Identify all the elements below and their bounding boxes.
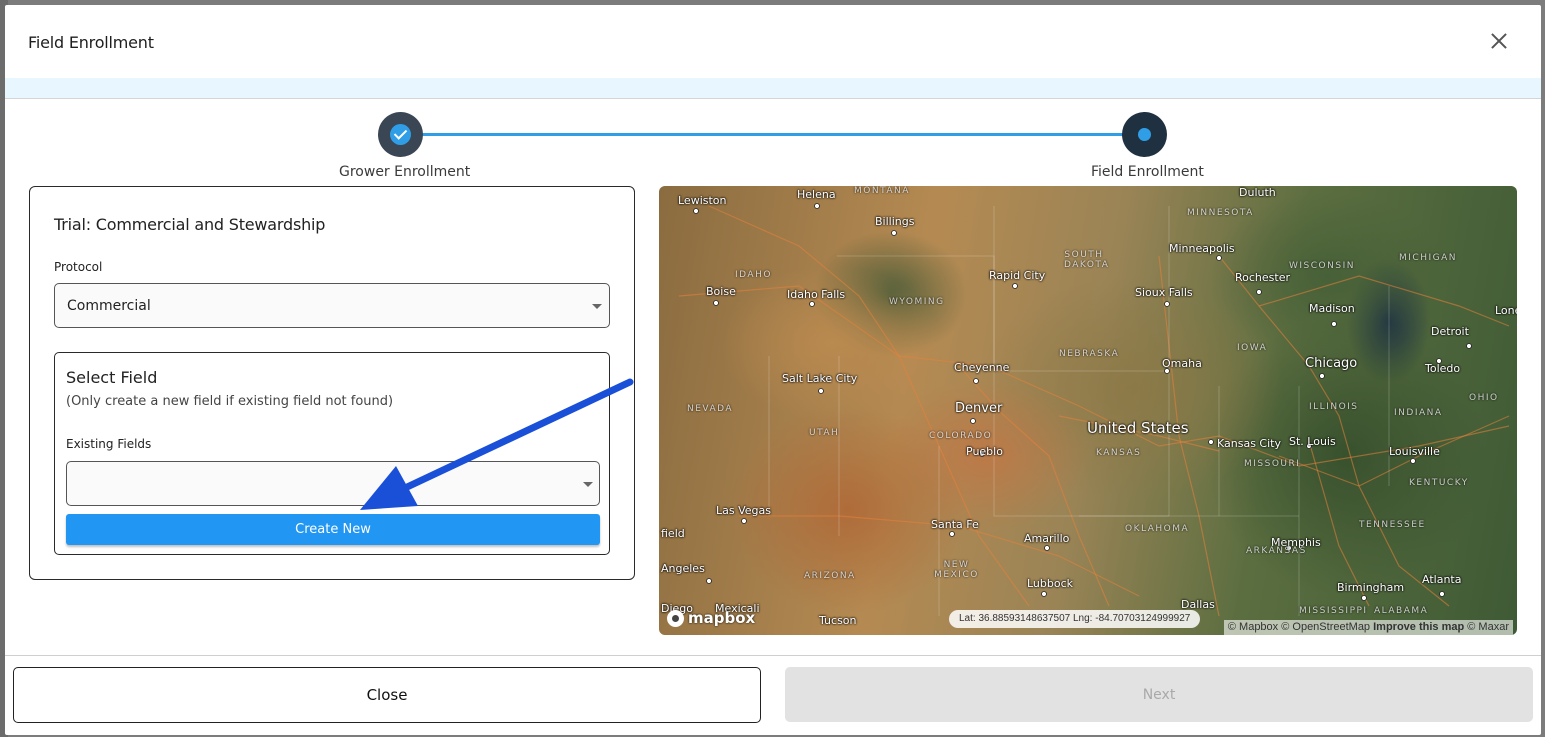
map-city-label: Lewiston	[678, 194, 727, 207]
protocol-select-value: Commercial	[67, 298, 151, 314]
map-state-label: KANSAS	[1096, 448, 1142, 458]
map-city-label: Lubbock	[1027, 577, 1074, 590]
map-state-label: WISCONSIN	[1289, 261, 1355, 271]
check-icon	[390, 124, 411, 145]
map-state-label: MINNESOTA	[1187, 208, 1254, 218]
map-city-label: Atlanta	[1422, 573, 1462, 586]
create-new-button[interactable]: Create New	[66, 514, 600, 545]
map-city-label: Pueblo	[966, 445, 1003, 458]
map-city-label: Idaho Falls	[787, 288, 846, 301]
map-state-label: SOUTH DAKOTA	[1064, 250, 1110, 270]
stepper: Grower Enrollment Field Enrollment	[5, 99, 1541, 185]
map-city-label: Helena	[797, 188, 836, 201]
step-field-enrollment[interactable]	[1122, 112, 1167, 157]
map-city-label: Salt Lake City	[782, 372, 858, 385]
map-city-label: Madison	[1309, 302, 1355, 315]
improve-map-link[interactable]: Improve this map	[1373, 621, 1464, 633]
map-state-label: MICHIGAN	[1399, 253, 1457, 263]
map-city-label: Sioux Falls	[1135, 286, 1193, 299]
map-city-label: Minneapolis	[1169, 242, 1235, 255]
mapbox-logo-text: mapbox	[688, 609, 756, 627]
select-field-box: Select Field (Only create a new field if…	[54, 352, 610, 555]
map-state-label: MONTANA	[854, 186, 910, 196]
next-button[interactable]: Next	[785, 667, 1533, 722]
map-city-label: Duluth	[1239, 186, 1276, 199]
map-state-label: INDIANA	[1394, 408, 1443, 418]
map-city-label: Birmingham	[1337, 581, 1405, 594]
map-state-label: ARKANSAS	[1246, 546, 1307, 556]
field-enrollment-modal: Field Enrollment Grower Enrollment Field…	[5, 5, 1541, 735]
map-city-label: Toledo	[1425, 362, 1461, 375]
stepper-connector	[422, 133, 1142, 136]
map-city-label: Cheyenne	[954, 361, 1010, 374]
footer-divider	[5, 655, 1541, 656]
map-view[interactable]: Lewiston Helena Billings Boise Idaho Fal…	[659, 186, 1517, 635]
map-city-label: Rapid City	[989, 269, 1046, 282]
map-state-label: NEBRASKA	[1059, 349, 1120, 359]
mapbox-icon	[667, 609, 684, 627]
map-city-label: Boise	[706, 285, 736, 298]
map-city-label: Lone	[1495, 304, 1517, 317]
map-state-label: UTAH	[809, 428, 840, 438]
map-state-label: ILLINOIS	[1309, 402, 1359, 412]
map-state-label: ALABAMA	[1374, 606, 1429, 616]
step-label-grower-enrollment: Grower Enrollment	[339, 164, 471, 180]
map-state-label: IDAHO	[735, 270, 772, 280]
modal-header: Field Enrollment	[5, 5, 1541, 78]
step-label-field-enrollment: Field Enrollment	[1091, 164, 1204, 180]
map-state-label: IOWA	[1237, 343, 1268, 353]
map-city-label: field	[661, 527, 685, 540]
modal-title: Field Enrollment	[28, 33, 154, 52]
info-band	[5, 78, 1541, 99]
map-coordinates-readout: Lat: 36.88593148637507 Lng: -84.70703124…	[949, 610, 1201, 628]
map-city-label: Rochester	[1235, 271, 1290, 284]
protocol-select[interactable]: Commercial	[54, 283, 610, 328]
map-city-label: Santa Fe	[931, 518, 979, 531]
map-city-label: Detroit	[1431, 325, 1469, 338]
close-icon[interactable]	[1487, 29, 1511, 53]
map-attribution: © Mapbox © OpenStreetMap Improve this ma…	[1223, 620, 1513, 635]
protocol-label: Protocol	[54, 260, 103, 274]
map-country-label: United States	[1087, 419, 1189, 437]
map-state-label: TENNESSEE	[1359, 520, 1426, 530]
select-field-subtitle: (Only create a new field if existing fie…	[66, 394, 394, 409]
select-field-title: Select Field	[66, 368, 158, 387]
chevron-down-icon	[592, 304, 602, 309]
map-state-label: WYOMING	[889, 297, 945, 307]
map-city-label: Louisville	[1389, 445, 1440, 458]
existing-fields-select[interactable]	[66, 461, 600, 506]
map-city-label: Amarillo	[1024, 532, 1070, 545]
map-state-label: MISSOURI	[1244, 459, 1301, 469]
trial-title: Trial: Commercial and Stewardship	[54, 215, 326, 234]
map-city-label: Angeles	[661, 562, 705, 575]
mapbox-logo[interactable]: mapbox	[667, 608, 755, 628]
attribution-osm-link[interactable]: © OpenStreetMap	[1281, 621, 1370, 633]
map-city-label: Denver	[955, 401, 1003, 416]
map-state-label: OKLAHOMA	[1125, 524, 1190, 534]
enrollment-form-card: Trial: Commercial and Stewardship Protoc…	[29, 186, 635, 580]
map-city-label: Chicago	[1305, 356, 1358, 371]
map-city-label: St. Louis	[1289, 435, 1336, 448]
map-state-label: OHIO	[1469, 393, 1499, 403]
close-button[interactable]: Close	[13, 667, 761, 723]
chevron-down-icon	[583, 482, 593, 487]
existing-fields-label: Existing Fields	[66, 437, 152, 451]
map-state-label: NEVADA	[687, 404, 734, 414]
attribution-mapbox-link[interactable]: © Mapbox	[1228, 621, 1278, 633]
map-state-label: MISSISSIPPI	[1299, 606, 1368, 616]
map-city-label: Billings	[875, 215, 915, 228]
map-state-label: ARIZONA	[804, 571, 856, 581]
active-dot-icon	[1138, 128, 1151, 141]
map-city-label: Tucson	[819, 614, 857, 627]
map-state-label: COLORADO	[929, 431, 993, 441]
map-city-label: Kansas City	[1217, 437, 1281, 450]
map-state-label: KENTUCKY	[1409, 478, 1469, 488]
attribution-maxar-link[interactable]: © Maxar	[1467, 621, 1509, 633]
map-city-label: Omaha	[1162, 357, 1202, 370]
map-city-label: Las Vegas	[716, 504, 771, 517]
step-grower-enrollment[interactable]	[378, 112, 423, 157]
map-state-label: NEW MEXICO	[934, 560, 979, 580]
